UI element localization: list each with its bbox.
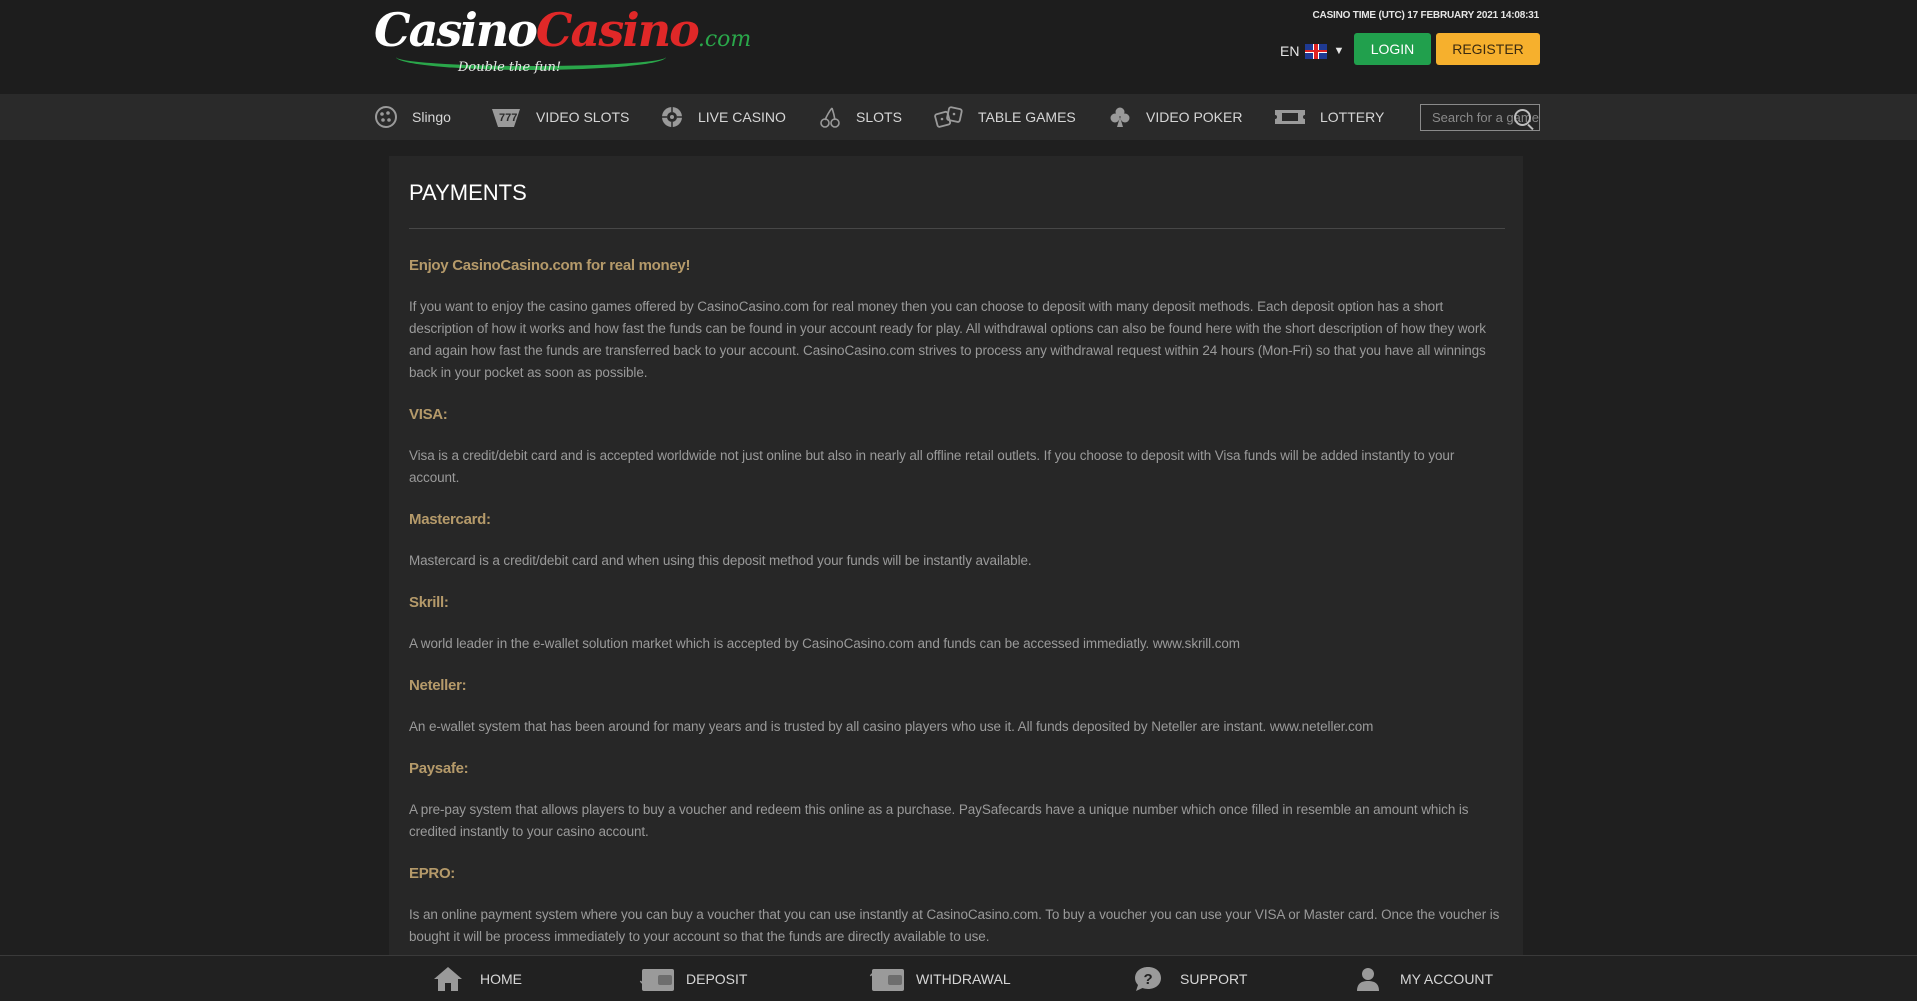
svg-text:?: ? xyxy=(1144,971,1153,988)
ticket-icon xyxy=(1274,105,1306,129)
main-nav: Slingo 777 VIDEO SLOTS LIVE CASINO SLOTS… xyxy=(0,94,1917,140)
footer-home[interactable]: HOME xyxy=(430,956,522,1001)
payments-article: Enjoy CasinoCasino.com for real money! I… xyxy=(409,256,1505,969)
nav-item-live-casino[interactable]: LIVE CASINO xyxy=(660,94,786,140)
login-button[interactable]: LOGIN xyxy=(1354,33,1431,65)
nav-label: Slingo xyxy=(412,109,451,125)
nav-label: LIVE CASINO xyxy=(698,109,786,125)
section-heading: Paysafe: xyxy=(409,760,469,777)
logo-part-2: Casino xyxy=(535,3,700,57)
footer-label: SUPPORT xyxy=(1180,971,1248,987)
logo-wordmark: CasinoCasino.com xyxy=(374,4,751,66)
nav-label: VIDEO POKER xyxy=(1146,109,1243,125)
language-selector[interactable]: EN ▼ xyxy=(1280,42,1344,60)
nav-label: VIDEO SLOTS xyxy=(536,109,630,125)
nav-item-video-slots[interactable]: 777 VIDEO SLOTS xyxy=(490,94,629,140)
game-search xyxy=(1420,104,1540,131)
casino-time: CASINO TIME (UTC) 17 FEBRUARY 2021 14:08… xyxy=(1312,10,1540,21)
section-body: An e-wallet system that has been around … xyxy=(409,719,1374,734)
nav-item-lottery[interactable]: LOTTERY xyxy=(1274,94,1384,140)
section-body: Visa is a credit/debit card and is accep… xyxy=(409,448,1455,485)
footer-label: HOME xyxy=(480,971,522,987)
section-heading: Skrill: xyxy=(409,594,449,611)
bottom-bar: HOME ⇣ DEPOSIT ⇡ WITHDRAWAL ? SUPPORT MY… xyxy=(0,955,1917,1001)
cherries-icon xyxy=(818,105,842,129)
section-body: If you want to enjoy the casino games of… xyxy=(409,299,1486,380)
footer-withdrawal[interactable]: ⇡ WITHDRAWAL xyxy=(866,956,1011,1001)
logo-part-1: Casino xyxy=(374,3,538,57)
deposit-wallet-icon: ⇣ xyxy=(636,965,674,993)
uk-flag-icon xyxy=(1305,43,1328,59)
logo-tagline: Double the fun! xyxy=(458,60,562,75)
footer-label: WITHDRAWAL xyxy=(916,971,1011,987)
nav-item-table-games[interactable]: TABLE GAMES xyxy=(934,94,1076,140)
caret-down-icon: ▼ xyxy=(1333,45,1345,57)
nav-label: SLOTS xyxy=(856,109,902,125)
casinocasino-logo[interactable]: CasinoCasino.com Double the fun! xyxy=(374,4,751,84)
club-icon xyxy=(1108,105,1132,129)
section-body: Is an online payment system where you ca… xyxy=(409,907,1500,944)
video-slots-icon: 777 xyxy=(490,105,522,129)
footer-deposit[interactable]: ⇣ DEPOSIT xyxy=(636,956,747,1001)
nav-item-video-poker[interactable]: VIDEO POKER xyxy=(1108,94,1242,140)
logo-suffix: .com xyxy=(697,27,752,52)
language-code: EN xyxy=(1280,43,1300,59)
svg-text:777: 777 xyxy=(499,112,517,124)
section-heading: VISA: xyxy=(409,406,448,423)
section-body: A world leader in the e-wallet solution … xyxy=(409,636,1240,651)
withdrawal-wallet-icon: ⇡ xyxy=(866,965,904,993)
section-heading: Enjoy CasinoCasino.com for real money! xyxy=(409,257,691,274)
nav-item-slingo[interactable]: Slingo xyxy=(374,94,451,140)
footer-my-account[interactable]: MY ACCOUNT xyxy=(1350,956,1493,1001)
support-icon: ? xyxy=(1130,965,1166,993)
nav-label: LOTTERY xyxy=(1320,109,1385,125)
section-body: Mastercard is a credit/debit card and wh… xyxy=(409,553,1032,568)
header: CasinoCasino.com Double the fun! CASINO … xyxy=(0,0,1917,94)
title-divider xyxy=(409,228,1505,229)
nav-item-slots[interactable]: SLOTS xyxy=(818,94,902,140)
section-heading: EPRO: xyxy=(409,865,456,882)
roulette-icon xyxy=(660,105,684,129)
home-icon xyxy=(430,965,466,993)
account-icon xyxy=(1350,965,1386,993)
section-heading: Mastercard: xyxy=(409,511,491,528)
register-button[interactable]: REGISTER xyxy=(1436,33,1540,65)
section-heading: Neteller: xyxy=(409,677,467,694)
nav-label: TABLE GAMES xyxy=(978,109,1076,125)
footer-label: MY ACCOUNT xyxy=(1400,971,1494,987)
section-body: A pre-pay system that allows players to … xyxy=(409,802,1469,839)
search-icon[interactable] xyxy=(1514,109,1531,126)
dice-icon xyxy=(934,105,964,129)
slingo-icon xyxy=(374,105,398,129)
footer-support[interactable]: ? SUPPORT xyxy=(1130,956,1247,1001)
page-title: PAYMENTS xyxy=(409,180,527,205)
footer-label: DEPOSIT xyxy=(686,971,748,987)
